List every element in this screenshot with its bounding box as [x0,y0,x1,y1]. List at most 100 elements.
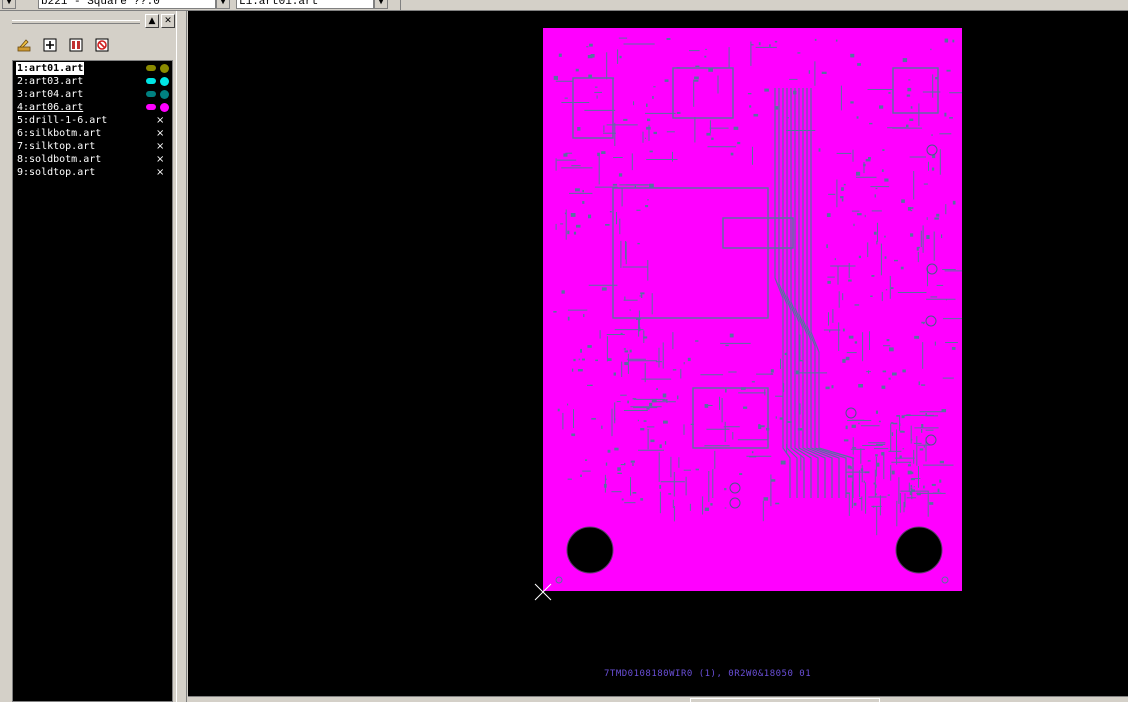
layer-row[interactable]: 5:drill-1-6.art × [15,114,170,127]
pcb-pad [612,183,618,186]
layer-row[interactable]: 3:art04.art [15,88,170,101]
pcb-pad [918,381,920,386]
pcb-component-outline [892,67,939,114]
pencil-button[interactable] [15,37,33,53]
pcb-pad [941,409,947,412]
pcb-via [926,144,938,156]
pcb-pad [636,209,641,211]
layer-row[interactable]: 6:silkbotm.art × [15,127,170,140]
pcb-via [729,497,741,509]
pcb-pad [662,399,667,401]
layer-color-swatch[interactable] [146,65,156,71]
pcb-pad [848,335,854,339]
pcb-pad [687,357,691,362]
board-label-text: 7TMD0108180WIR0 (1), 0R2W0&18050 01 [604,669,812,679]
pcb-pad [694,76,699,80]
pcb-pad [793,90,797,95]
layer-visibility-dot[interactable] [160,90,169,99]
pcb-pad [884,178,889,182]
pcb-pad [881,385,886,389]
pcb-pad [590,384,593,386]
pcb-pad [952,39,955,43]
pcb-pad [775,502,780,505]
layer-row[interactable]: 7:silktop.art × [15,140,170,153]
layer-row[interactable]: 4:art06.art [15,101,170,114]
pcb-pad [571,433,576,437]
pcb-via [926,263,938,275]
pcb-pad [926,235,930,239]
pcb-pad [799,360,803,362]
layer-hidden-icon[interactable]: × [156,140,164,153]
layer-hidden-icon[interactable]: × [156,153,164,166]
pcb-pad [597,152,600,157]
design-combo-arrow[interactable]: ▼ [216,0,230,9]
layer-list[interactable]: 1:art01.art 2:art03.art 3:art04.art 4:art06… [12,60,173,702]
layer-row[interactable]: 2:art03.art [15,75,170,88]
pcb-pad [899,423,901,426]
pcb-pad [834,258,836,261]
pcb-pad [656,388,658,390]
pcb-pad [704,55,707,58]
layer-row[interactable]: 9:soldtop.art × [15,166,170,179]
pcb-pad [858,422,860,425]
pcb-pad [921,384,926,386]
pcb-pad [567,316,570,321]
layer-color-swatch[interactable] [146,104,156,110]
pcb-pad [589,43,593,47]
layer-row[interactable]: 8:soldbotm.art × [15,153,170,166]
layer-hidden-icon[interactable]: × [156,127,164,140]
layer-hidden-icon[interactable]: × [156,114,164,127]
pcb-pad [650,439,655,443]
pcb-pad [821,71,827,74]
pcb-pad [937,488,940,493]
pcb-component-outline [692,387,769,449]
pcb-pad [856,171,861,176]
pcb-pad [633,101,635,106]
pcb-pad [651,398,657,403]
pcb-pad [854,341,858,344]
design-combo[interactable]: b221 - Square ??.0 [38,0,216,9]
pcb-pad [875,410,878,414]
pcb-via [729,482,741,494]
pcb-pad [910,478,915,481]
pcb-canvas[interactable]: 7TMD0108180WIR0 (1), 0R2W0&18050 01 [188,11,1128,696]
panel-grip[interactable] [12,20,140,24]
panel-minimize-button[interactable]: ▲ [145,14,159,28]
pcb-pad [858,255,861,259]
pcb-pad [751,451,754,454]
pcb-pad [873,482,875,485]
layer-combo[interactable]: L1:art01.art [236,0,374,9]
pcb-pad [724,507,727,509]
pcb-pad [775,106,779,110]
layer-visibility-dot[interactable] [160,103,169,112]
layer-label: 4:art06.art [17,102,84,113]
pcb-pad [653,86,656,88]
layer-row[interactable]: 1:art01.art [15,62,170,75]
pcb-pad [704,507,709,511]
add-layer-button[interactable] [41,37,59,53]
panel-splitter[interactable] [176,11,187,702]
pcb-pad [621,498,624,501]
pcb-pad [764,88,769,92]
pcb-pad [640,292,645,295]
pcb-pad [779,417,783,420]
pcb-pad [884,256,887,259]
pcb-pad [879,105,884,109]
pcb-pad [843,183,846,186]
pcb-pad [787,117,789,119]
pcb-pad [737,141,741,145]
layer-hidden-icon[interactable]: × [156,166,164,179]
pcb-pad [899,455,902,459]
layer-visibility-dot[interactable] [160,77,169,86]
pcb-pad [710,503,713,506]
layer-color-swatch[interactable] [146,91,156,97]
panel-close-button[interactable]: ✕ [161,14,175,28]
pcb-pad [869,122,873,125]
toolbar-button[interactable]: ▼ [2,0,16,9]
pcb-pad [863,480,865,483]
layer-visibility-dot[interactable] [160,64,169,73]
layer-color-swatch[interactable] [146,78,156,84]
layer-combo-arrow[interactable]: ▼ [374,0,388,9]
delete-layer-button[interactable] [93,37,111,53]
book-button[interactable] [67,37,85,53]
